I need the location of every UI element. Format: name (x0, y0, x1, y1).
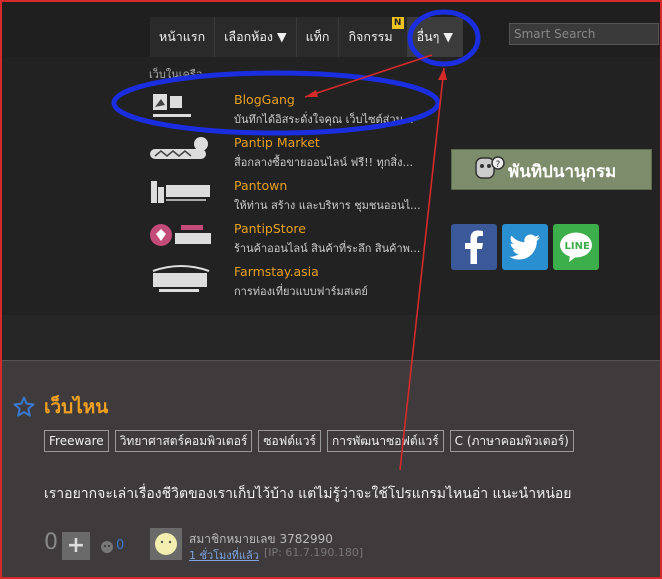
nav-tags[interactable]: แท็ก (296, 17, 340, 57)
nav-activities[interactable]: กิจกรรม N (339, 17, 408, 57)
mascot-icon: ? (475, 156, 505, 179)
site-desc: สื่อกลางซื้อขายออนไลน์ ฟรี!! ทุกสิ่ง... (234, 156, 414, 169)
nav-more-label: อื่นๆ ▼ (416, 29, 453, 44)
site-desc: การท่องเที่ยวแบบฟาร์มสเตย์ (234, 285, 368, 298)
site-name: Farmstay.asia (234, 264, 319, 279)
twitter-button[interactable] (502, 224, 548, 270)
svg-text:?: ? (496, 160, 501, 170)
facebook-button[interactable] (451, 224, 497, 270)
topic-body: เราอยากจะเล่าเรื่องชีวิตของเราเก็บไว้บ้า… (44, 486, 572, 502)
site-desc: บันทึกได้อิสระดั่งใจคุณ เว็บไซต์ส่วน... (234, 113, 414, 126)
nav-home-label: หน้าแรก (159, 29, 206, 44)
tag-item[interactable]: การพัฒนาซอฟต์แวร์ (326, 430, 444, 452)
nav-activities-label: กิจกรรม (348, 29, 393, 44)
site-item-pantown[interactable]: Pantown ให้ท่าน สร้าง และบริหาร ชุมชนออน… (149, 175, 429, 213)
avatar-face-icon (155, 533, 177, 555)
main-nav: หน้าแรก เลือกห้อง ▼ แท็ก กิจกรรม N อื่นๆ… (150, 17, 463, 57)
line-icon: LINE (560, 232, 592, 262)
site-desc: ร้านค้าออนไลน์ สินค้าที่ระลึก สินค้าพ... (234, 242, 421, 255)
site-name: PantipStore (234, 221, 306, 236)
site-name: Pantip Market (234, 135, 320, 150)
tag-list: Freeware วิทยาศาสตร์คอมพิวเตอร์ ซอฟต์แวร… (44, 430, 580, 452)
site-name: BlogGang (234, 92, 295, 107)
facebook-icon (465, 230, 483, 264)
tag-item[interactable]: Freeware (44, 430, 109, 452)
search-placeholder: Smart Search (514, 27, 596, 41)
emotion-count: 0 (116, 538, 125, 553)
ip-address: [IP: 61.7.190.180] (264, 546, 364, 559)
pantipstore-logo (149, 218, 213, 252)
line-icon-label: LINE (565, 241, 590, 252)
site-item-pantipstore[interactable]: PantipStore ร้านค้าออนไลน์ สินค้าที่ระลึ… (149, 218, 429, 256)
tag-item[interactable]: ซอฟต์แวร์ (258, 430, 321, 452)
tag-item[interactable]: วิทยาศาสตร์คอมพิวเตอร์ (114, 430, 253, 452)
twitter-icon (509, 234, 540, 260)
nav-select-room[interactable]: เลือกห้อง ▼ (215, 17, 297, 57)
site-item-bloggang[interactable]: BlogGang บันทึกได้อิสระดั่งใจคุณ เว็บไซต… (149, 89, 429, 127)
emotion-icon[interactable] (100, 540, 114, 554)
nav-home[interactable]: หน้าแรก (150, 17, 216, 57)
farmstay-logo (149, 261, 213, 295)
search-input[interactable]: Smart Search (509, 23, 659, 45)
vote-count: 0 (44, 530, 58, 555)
nav-tags-label: แท็ก (305, 29, 330, 44)
bloggang-logo (149, 89, 213, 123)
tag-item[interactable]: C (ภาษาคอมพิวเตอร์) (449, 430, 574, 452)
pantown-logo (149, 175, 213, 209)
new-badge: N (391, 17, 404, 29)
site-item-farmstay[interactable]: Farmstay.asia การท่องเที่ยวแบบฟาร์มสเตย์ (149, 261, 429, 299)
top-navigation-bar: หน้าแรก เลือกห้อง ▼ แท็ก กิจกรรม N อื่นๆ… (0, 0, 662, 57)
page-band (0, 315, 662, 361)
pantip-market-logo (149, 132, 213, 166)
post-time[interactable]: 1 ชั่วโมงที่แล้ว (189, 546, 259, 564)
vote-plus-button[interactable]: + (62, 532, 90, 560)
line-button[interactable]: LINE (553, 224, 599, 270)
star-icon[interactable] (13, 396, 35, 418)
site-desc: ให้ท่าน สร้าง และบริหาร ชุมชนออนไ... (234, 199, 421, 212)
nav-more[interactable]: อื่นๆ ▼ (407, 17, 463, 57)
avatar[interactable] (150, 528, 182, 560)
topic-title-row: เว็บไหน (13, 392, 108, 422)
dropdown-heading: เว็บในเครือ (149, 68, 203, 81)
nav-select-room-label: เลือกห้อง ▼ (224, 29, 287, 44)
banner-text: พันทิปนานุกรม (508, 162, 617, 182)
pantip-dictionary-banner[interactable]: ? พันทิปนานุกรม (451, 149, 652, 190)
more-dropdown-panel: เว็บในเครือ BlogGang บันทึกได้อิสระดั่งใ… (0, 57, 662, 315)
site-item-pantip-market[interactable]: Pantip Market สื่อกลางซื้อขายออนไลน์ ฟรี… (149, 132, 429, 170)
site-name: Pantown (234, 178, 288, 193)
topic-title: เว็บไหน (44, 396, 109, 418)
